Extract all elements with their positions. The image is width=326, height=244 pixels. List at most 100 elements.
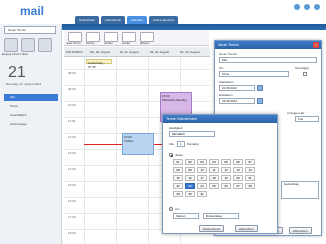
day-cell[interactable]: 19 [221, 175, 231, 181]
end-date-field[interactable]: 23.08.2012 [219, 98, 255, 104]
time-label: 14:00 [68, 167, 76, 171]
calendar-item-geschaeftlich[interactable]: Geschäftlich [4, 112, 58, 119]
toolbar-label: drucken [104, 42, 113, 45]
allday-checkbox[interactable] [303, 72, 307, 76]
time-row-line [64, 85, 210, 86]
calendar-item-alle[interactable]: Alle [4, 94, 58, 101]
repeat-cancel-button[interactable]: Abbrechen [235, 225, 258, 232]
tab-kalender[interactable]: Kalender [126, 16, 147, 24]
day-cell[interactable]: 02 [185, 159, 195, 165]
new-event-button[interactable]: Neuer Termin [4, 26, 56, 34]
day-cell[interactable]: 05 [221, 159, 231, 165]
calendar-header: KW 34/2012 Mo, 20. August Di, 21. August… [64, 47, 210, 57]
frequency-select[interactable]: Monatlich [169, 131, 215, 137]
event-treffen[interactable]: 10:00 Treffen [122, 133, 154, 155]
show-as-select[interactable]: Frei [295, 116, 319, 122]
day-cell[interactable]: 04 [209, 159, 219, 165]
day-cell[interactable]: 15 [173, 175, 183, 181]
each-radio[interactable] [169, 153, 173, 157]
day-cell[interactable]: 28 [245, 183, 255, 189]
day-cell[interactable]: 13 [233, 167, 243, 173]
day-cell[interactable]: 16 [185, 175, 195, 181]
day-cell[interactable]: 07 [245, 159, 255, 165]
day-cell[interactable]: 06 [233, 159, 243, 165]
toolbar-label: löschen [86, 42, 95, 45]
on-radio[interactable] [169, 207, 173, 211]
tab-nachrichten[interactable]: Nachrichten [75, 16, 100, 24]
time-label: 11:00 [68, 119, 76, 123]
new-event-icon[interactable] [68, 32, 82, 42]
frequency-label: Häufigkeit [169, 126, 183, 130]
apply-button[interactable]: Übernehmen [199, 225, 225, 232]
start-date-field[interactable]: 23.08.2012 [219, 85, 255, 91]
show-as-label: Anzeigen als: [287, 111, 306, 115]
settings-icon[interactable] [294, 4, 300, 10]
time-row-line [64, 69, 210, 70]
day-cell[interactable]: 23 [185, 183, 195, 189]
calendar-item-privat[interactable]: Privat [4, 103, 58, 110]
app-logo: mail [20, 4, 45, 18]
day-cell[interactable]: 18 [209, 175, 219, 181]
close-icon[interactable]: × [313, 42, 319, 48]
day-header[interactable]: Mi, 22. August [150, 50, 169, 54]
tool-labels: Eingang Entwurf Tasks [2, 53, 28, 56]
day-cell[interactable]: 22 [173, 183, 183, 189]
day-header[interactable]: Di, 21. August [120, 50, 139, 54]
day-cell[interactable]: 12 [221, 167, 231, 173]
day-grid: 01 02 03 04 05 06 07 08 09 10 11 12 13 14 15 16 17 18 19 20… [173, 159, 255, 197]
logout-icon[interactable] [314, 4, 320, 10]
time-label: 12:00 [68, 135, 76, 139]
on-label: Am [175, 207, 180, 211]
on-ordinal-select[interactable]: Vierten [173, 213, 199, 219]
send-icon[interactable] [122, 32, 136, 42]
time-label: 13:00 [68, 151, 76, 155]
day-cell[interactable]: 03 [197, 159, 207, 165]
start-label: Startdatum [219, 80, 234, 84]
calendar-picker-icon[interactable] [257, 85, 263, 91]
help-icon[interactable] [304, 4, 310, 10]
end-label: Enddatum [219, 93, 233, 97]
subject-field[interactable]: Max [219, 57, 317, 63]
allday-label: Ganztägig [295, 66, 309, 70]
tab-adressbuch[interactable]: Adressbuch [101, 16, 125, 24]
place-field[interactable]: Ohne [219, 71, 289, 77]
dialog-title: Neuer Termin [215, 41, 321, 49]
tab-online-speicher[interactable]: Online-Speicher [148, 16, 179, 24]
calendar-item-geburtstage[interactable]: Geburtstage [4, 121, 58, 128]
day-header[interactable]: Mo, 20. August [90, 50, 110, 54]
day-cell[interactable]: 08 [173, 167, 183, 173]
day-cell[interactable]: 26 [221, 183, 231, 189]
day-cell[interactable]: 31 [197, 191, 207, 197]
tasks-icon[interactable] [38, 38, 52, 52]
day-cell[interactable]: 27 [233, 183, 243, 189]
time-label: 17:00 [68, 215, 76, 219]
day-cell[interactable]: 21 [245, 175, 255, 181]
note-textarea[interactable]: Geburtstag [281, 181, 319, 199]
cancel-button[interactable]: Abbrechen [289, 227, 312, 234]
draft-icon[interactable] [21, 38, 35, 52]
delete-icon[interactable] [86, 32, 100, 42]
every-value-field[interactable]: 1 [177, 141, 185, 147]
inbox-icon[interactable] [4, 38, 18, 52]
day-cell[interactable]: 01 [173, 159, 183, 165]
day-cell[interactable]: 25 [209, 183, 219, 189]
day-cell[interactable]: 30 [185, 191, 195, 197]
calendar-picker-icon[interactable] [257, 98, 263, 104]
print-icon[interactable] [104, 32, 118, 42]
allday-event[interactable]: Geburtstag - 07.45 [86, 59, 112, 69]
day-cell[interactable]: 11 [209, 167, 219, 173]
left-tools [4, 38, 52, 52]
day-cell[interactable]: 10 [197, 167, 207, 173]
actions-icon[interactable] [140, 32, 154, 42]
day-cell[interactable]: 20 [233, 175, 243, 181]
day-cell[interactable]: 14 [245, 167, 255, 173]
on-weekday-select[interactable]: Donnerstag [203, 213, 239, 219]
day-cell[interactable]: 29 [173, 191, 183, 197]
day-cell[interactable]: 17 [197, 175, 207, 181]
day-cell[interactable]: 09 [185, 167, 195, 173]
main-tabs: Nachrichten Adressbuch Kalender Online-S… [75, 16, 179, 24]
day-header[interactable]: Do, 23. August [180, 50, 200, 54]
repeat-dialog: Termin Wiederholen Häufigkeit Monatlich … [162, 114, 278, 234]
day-cell[interactable]: 24 [197, 183, 207, 189]
date-subtitle: Dienstag, 21. August 2012 [6, 82, 42, 86]
